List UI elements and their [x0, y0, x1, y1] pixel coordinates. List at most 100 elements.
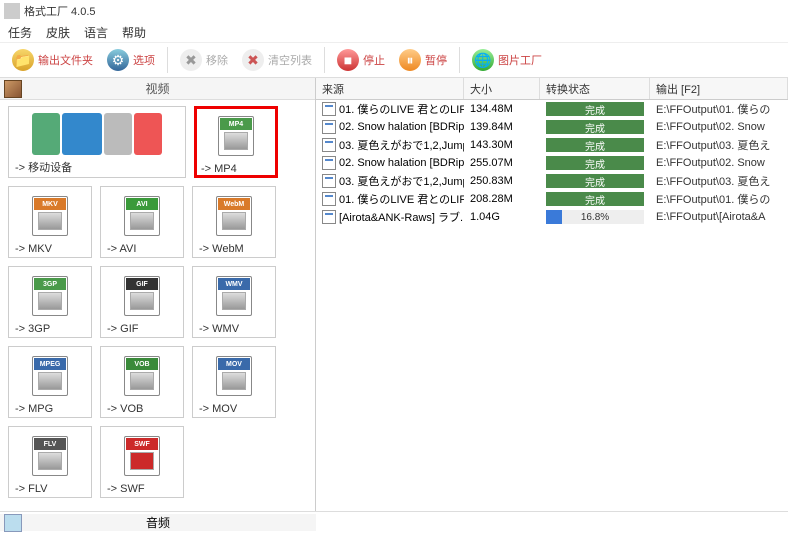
tile-3gp[interactable]: 3GP-> 3GP	[8, 266, 92, 338]
row-source: 02. Snow halation [BDRip...	[339, 121, 464, 133]
right-panel: 来源 大小 转换状态 输出 [F2] 01. 僕らのLIVE 君とのLIFE..…	[316, 78, 788, 511]
row-status: 完成	[540, 138, 650, 152]
stop-button[interactable]: ■ 停止	[331, 47, 391, 73]
row-size: 134.48M	[464, 103, 540, 115]
col-status[interactable]: 转换状态	[540, 78, 650, 99]
table-row[interactable]: [Airota&ANK-Raws] ラブ... 1.04G 16.8% E:\F…	[316, 208, 788, 226]
row-output: E:\FFOutput\02. Snow	[650, 121, 788, 133]
format-grid: -> 移动设备 MP4 -> MP4 MKV-> MKV AVI-> AVI W…	[0, 100, 315, 511]
row-size: 208.28M	[464, 193, 540, 205]
row-size: 143.30M	[464, 139, 540, 151]
swf-icon: SWF	[124, 436, 160, 476]
pause-icon: ⏸	[399, 49, 421, 71]
col-size[interactable]: 大小	[464, 78, 540, 99]
video-header-label: 视频	[145, 80, 169, 97]
table-header: 来源 大小 转换状态 输出 [F2]	[316, 78, 788, 100]
bottom-strip: 音频	[0, 511, 788, 533]
remove-button[interactable]: ✖ 移除	[174, 47, 234, 73]
options-button[interactable]: ⚙ 选项	[101, 47, 161, 73]
tile-gif[interactable]: GIF-> GIF	[100, 266, 184, 338]
row-status: 16.8%	[540, 210, 650, 224]
table-row[interactable]: 03. 夏色えがおで1,2,Jump... 143.30M 完成 E:\FFOu…	[316, 136, 788, 154]
menu-language[interactable]: 语言	[84, 24, 108, 41]
stop-icon: ■	[337, 49, 359, 71]
gif-icon: GIF	[124, 276, 160, 316]
tile-mobile-label: -> 移动设备	[15, 157, 72, 175]
vob-icon: VOB	[124, 356, 160, 396]
output-folder-button[interactable]: 📁 输出文件夹	[6, 47, 99, 73]
titlebar: 格式工厂 4.0.5	[0, 0, 788, 22]
file-icon	[322, 156, 336, 170]
menubar: 任务 皮肤 语言 帮助	[0, 22, 788, 42]
output-folder-label: 输出文件夹	[38, 52, 93, 68]
file-icon	[322, 174, 336, 188]
audio-category-icon	[4, 514, 22, 532]
tile-swf[interactable]: SWF-> SWF	[100, 426, 184, 498]
stop-label: 停止	[363, 52, 385, 68]
row-output: E:\FFOutput\01. 僕らの	[650, 191, 788, 207]
tile-vob[interactable]: VOB-> VOB	[100, 346, 184, 418]
row-output: E:\FFOutput\01. 僕らの	[650, 101, 788, 117]
row-source: [Airota&ANK-Raws] ラブ...	[339, 209, 464, 225]
tile-mobile-devices[interactable]: -> 移动设备	[8, 106, 186, 178]
separator	[459, 47, 460, 73]
tile-avi[interactable]: AVI-> AVI	[100, 186, 184, 258]
tile-mp4-label: -> MP4	[201, 161, 237, 175]
row-size: 255.07M	[464, 157, 540, 169]
menu-tasks[interactable]: 任务	[8, 24, 32, 41]
table-row[interactable]: 01. 僕らのLIVE 君とのLIFE... 134.48M 完成 E:\FFO…	[316, 100, 788, 118]
file-icon	[322, 210, 336, 224]
row-size: 250.83M	[464, 175, 540, 187]
webm-icon: WebM	[216, 196, 252, 236]
file-icon	[322, 138, 336, 152]
tile-mkv[interactable]: MKV-> MKV	[8, 186, 92, 258]
row-status: 完成	[540, 192, 650, 206]
mobile-devices-icon	[15, 111, 179, 157]
separator	[167, 47, 168, 73]
file-icon	[322, 102, 336, 116]
row-source: 01. 僕らのLIVE 君とのLIFE...	[339, 101, 464, 117]
col-output[interactable]: 输出 [F2]	[650, 78, 788, 99]
row-size: 1.04G	[464, 211, 540, 223]
tile-webm[interactable]: WebM-> WebM	[192, 186, 276, 258]
clear-list-button[interactable]: ✖ 清空列表	[236, 47, 318, 73]
wmv-icon: WMV	[216, 276, 252, 316]
mov-icon: MOV	[216, 356, 252, 396]
table-row[interactable]: 03. 夏色えがおで1,2,Jump... 250.83M 完成 E:\FFOu…	[316, 172, 788, 190]
col-source[interactable]: 来源	[316, 78, 464, 99]
gear-icon: ⚙	[107, 49, 129, 71]
tile-wmv[interactable]: WMV-> WMV	[192, 266, 276, 338]
pic-factory-button[interactable]: 🌐 图片工厂	[466, 47, 548, 73]
table-row[interactable]: 02. Snow halation [BDRip... 139.84M 完成 E…	[316, 118, 788, 136]
flv-icon: FLV	[32, 436, 68, 476]
menu-skin[interactable]: 皮肤	[46, 24, 70, 41]
folder-icon: 📁	[12, 49, 34, 71]
table-row[interactable]: 01. 僕らのLIVE 君とのLIFE... 208.28M 完成 E:\FFO…	[316, 190, 788, 208]
table-body: 01. 僕らのLIVE 君とのLIFE... 134.48M 完成 E:\FFO…	[316, 100, 788, 511]
remove-icon: ✖	[180, 49, 202, 71]
row-output: E:\FFOutput\03. 夏色え	[650, 173, 788, 189]
tile-flv[interactable]: FLV-> FLV	[8, 426, 92, 498]
globe-icon: 🌐	[472, 49, 494, 71]
tile-mpg[interactable]: MPEG-> MPG	[8, 346, 92, 418]
table-row[interactable]: 02. Snow halation [BDRip... 255.07M 完成 E…	[316, 154, 788, 172]
video-category-header[interactable]: 视频	[0, 78, 315, 100]
mkv-icon: MKV	[32, 196, 68, 236]
row-source: 03. 夏色えがおで1,2,Jump...	[339, 137, 464, 153]
mpg-icon: MPEG	[32, 356, 68, 396]
separator	[324, 47, 325, 73]
main-area: 视频 -> 移动设备 MP4 ->	[0, 78, 788, 511]
file-icon	[322, 192, 336, 206]
audio-category-header[interactable]: 音频	[0, 514, 316, 531]
app-icon	[4, 3, 20, 19]
avi-icon: AVI	[124, 196, 160, 236]
row-status: 完成	[540, 102, 650, 116]
tile-mp4[interactable]: MP4 -> MP4	[194, 106, 278, 178]
pause-label: 暂停	[425, 52, 447, 68]
tile-mov[interactable]: MOV-> MOV	[192, 346, 276, 418]
row-status: 完成	[540, 174, 650, 188]
menu-help[interactable]: 帮助	[122, 24, 146, 41]
window-title: 格式工厂 4.0.5	[24, 3, 96, 19]
row-source: 01. 僕らのLIVE 君とのLIFE...	[339, 191, 464, 207]
pause-button[interactable]: ⏸ 暂停	[393, 47, 453, 73]
